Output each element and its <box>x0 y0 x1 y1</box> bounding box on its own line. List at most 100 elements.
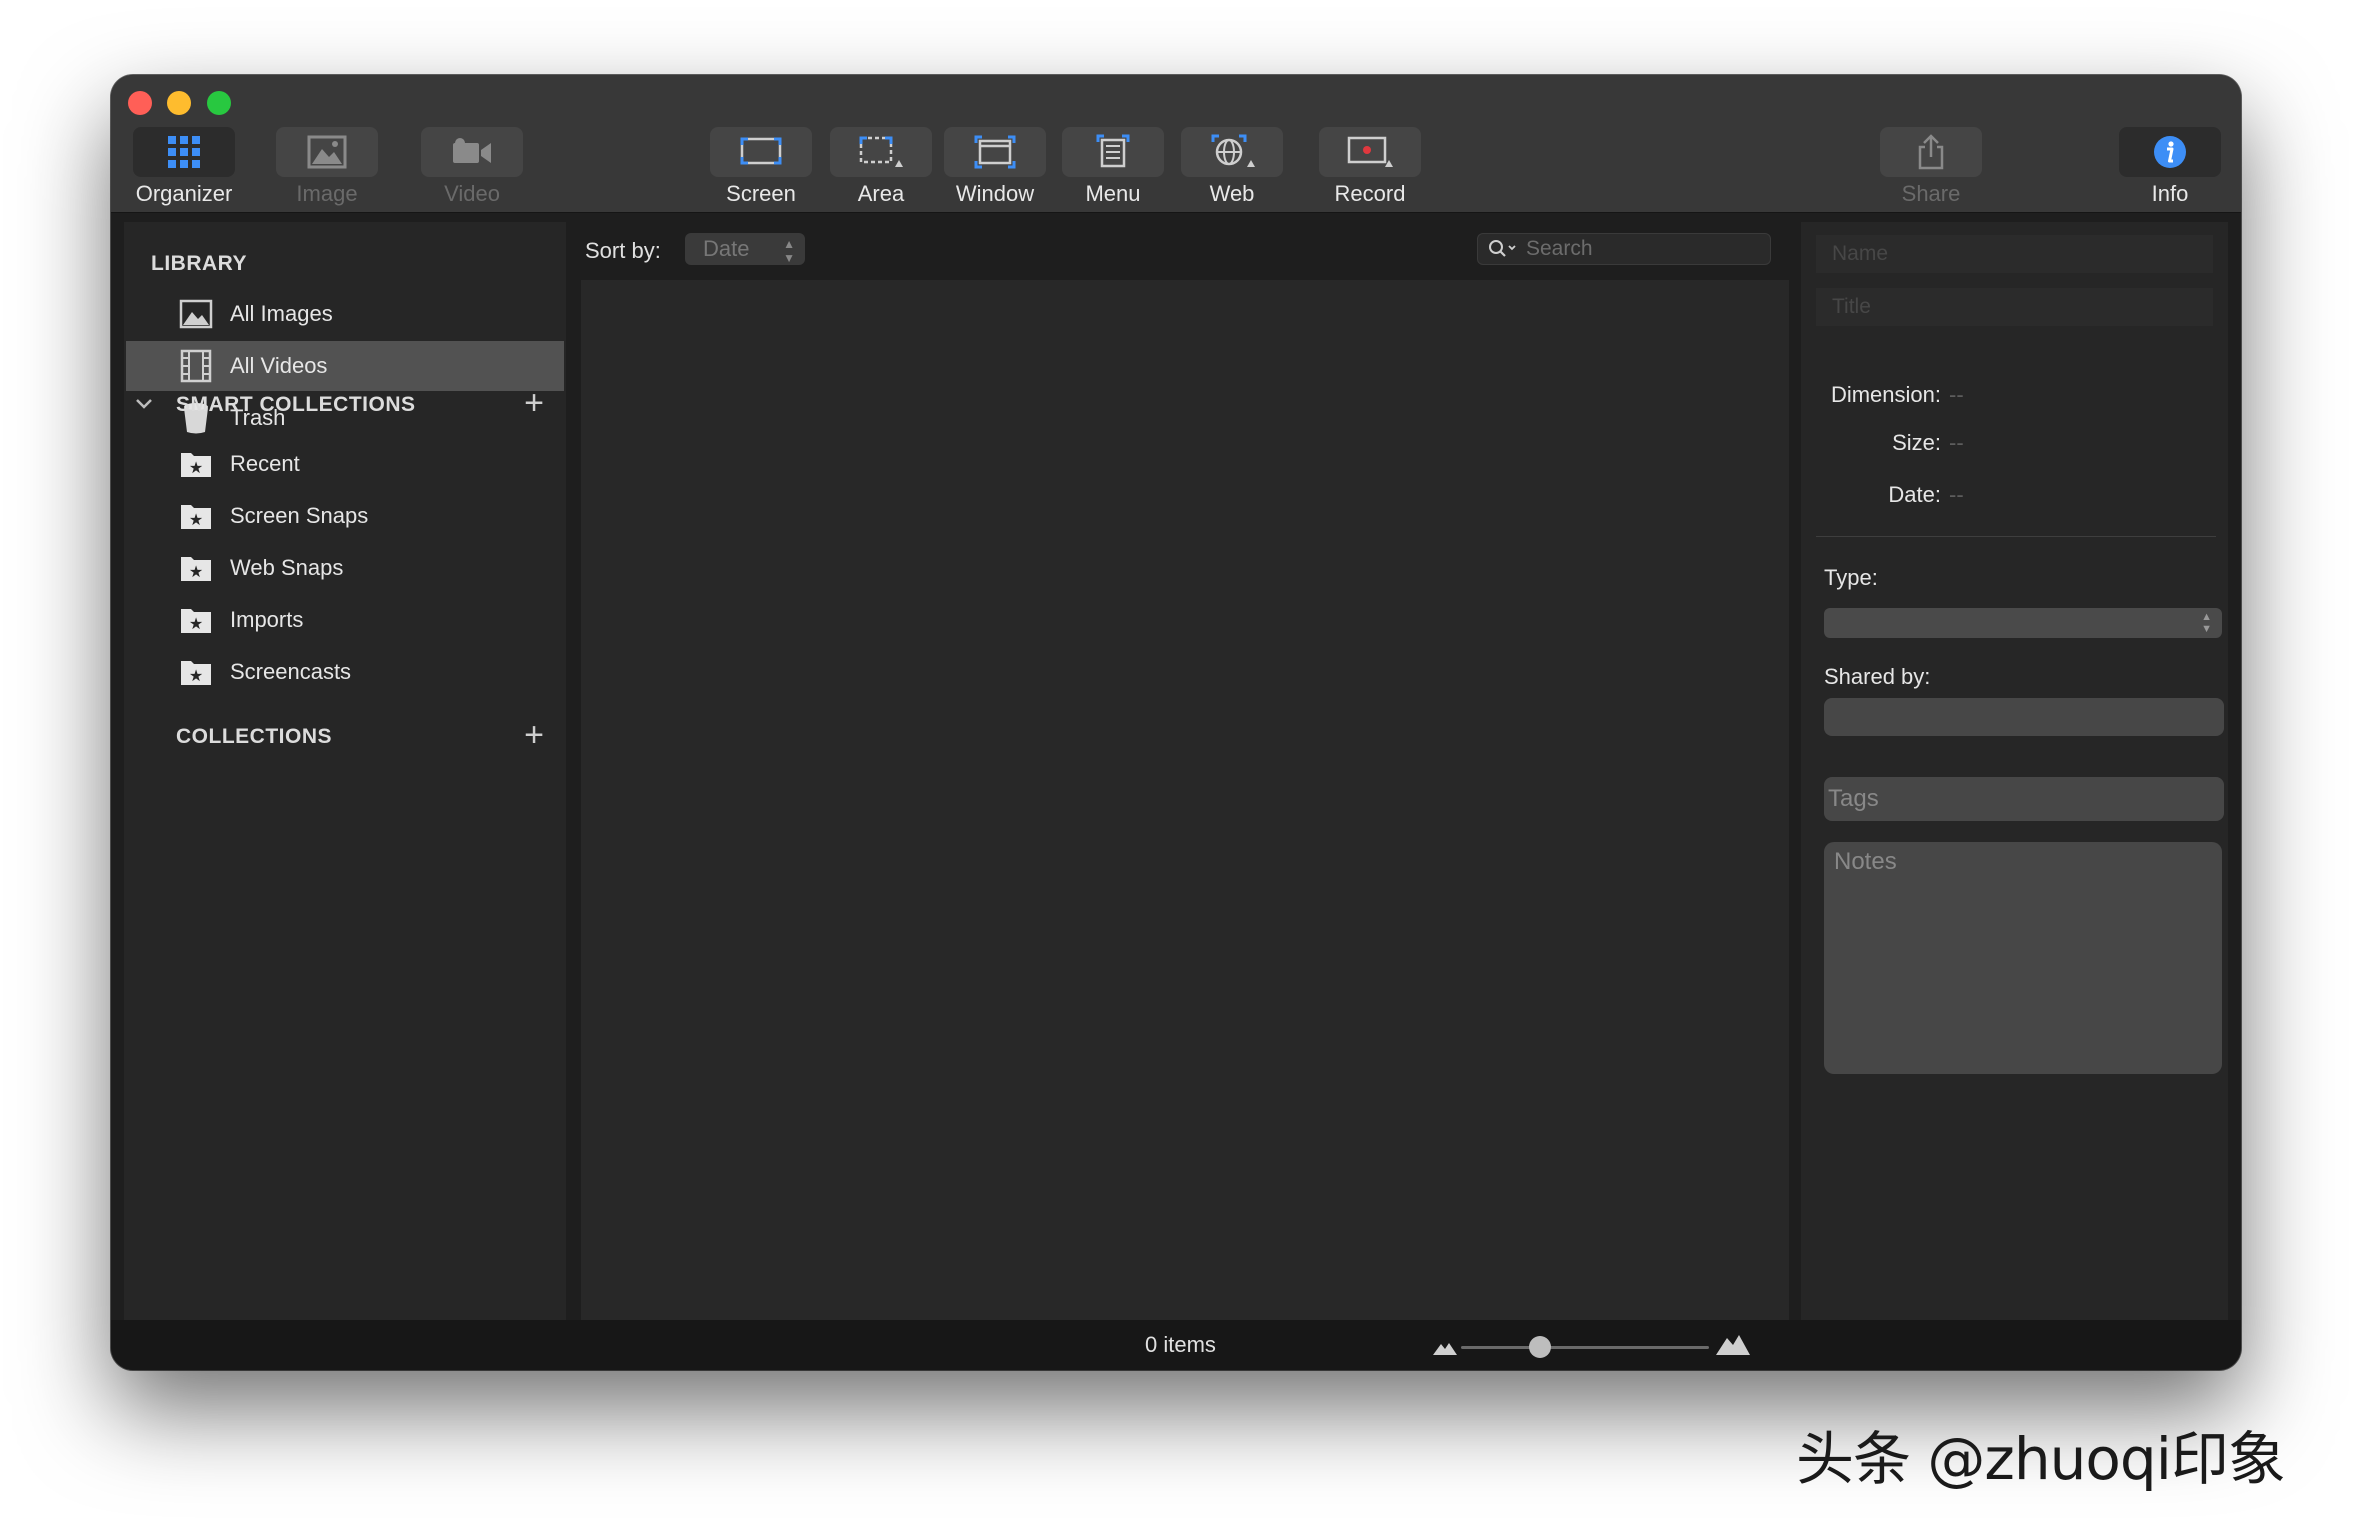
toolbar-window-button[interactable]: Window <box>943 127 1047 209</box>
zoom-slider-track[interactable] <box>1461 1346 1709 1349</box>
sidebar-item-all-videos[interactable]: All Videos <box>126 341 564 391</box>
photo-icon <box>178 296 214 332</box>
browser-area[interactable]: Sort by: Date ▲ ▼ <box>581 222 1789 1320</box>
sort-label: Sort by: <box>585 238 661 263</box>
toolbar-info-label: Info <box>2151 181 2189 206</box>
toolbar-image-label: Image <box>296 181 358 206</box>
library-section-title: LIBRARY <box>151 252 248 275</box>
toolbar-organizer-button[interactable]: Organizer <box>132 127 236 209</box>
inspector-panel: Dimension: -- Size: -- Date: -- Type: ▲▼… <box>1801 222 2228 1320</box>
sort-value: Date <box>703 236 750 261</box>
menu-capture-icon <box>1096 134 1130 168</box>
toolbar-info-button[interactable]: Info <box>2118 127 2222 209</box>
sidebar-item-label: All Images <box>230 301 333 326</box>
toolbar-area-button[interactable]: Area <box>829 127 933 209</box>
info-icon <box>2154 136 2186 168</box>
toolbar-share-label: Share <box>1901 181 1961 206</box>
svg-text:★: ★ <box>189 512 203 529</box>
items-count: 0 items <box>1145 1332 1216 1357</box>
close-window-button[interactable] <box>128 91 152 115</box>
size-label: Size: <box>1892 430 1941 455</box>
toolbar-window-label: Window <box>955 181 1035 206</box>
sidebar: LIBRARY All Images All Videos Trash SMAR… <box>124 222 566 1320</box>
toolbar: Organizer Image Video Screen Area Window… <box>111 75 2241 213</box>
small-thumbnail-icon[interactable] <box>1432 1338 1458 1356</box>
toolbar-area-label: Area <box>857 181 905 206</box>
sidebar-item-screencasts[interactable]: ★ Screencasts <box>126 647 564 697</box>
dimension-value: -- <box>1949 382 1964 407</box>
sidebar-item-label: Screen Snaps <box>230 503 369 528</box>
sidebar-item-imports[interactable]: ★ Imports <box>126 595 564 645</box>
add-collection-button[interactable]: + <box>521 718 547 752</box>
minimize-window-button[interactable] <box>167 91 191 115</box>
name-field[interactable] <box>1816 235 2213 273</box>
web-capture-icon <box>1211 134 1255 167</box>
sidebar-item-web-snaps[interactable]: ★ Web Snaps <box>126 543 564 593</box>
tags-field[interactable] <box>1824 777 2224 821</box>
sidebar-item-label: All Videos <box>230 353 328 378</box>
chevron-down-icon[interactable] <box>134 397 154 411</box>
sidebar-item-screen-snaps[interactable]: ★ Screen Snaps <box>126 491 564 541</box>
zoom-window-button[interactable] <box>207 91 231 115</box>
area-capture-icon <box>859 136 903 167</box>
smart-folder-icon: ★ <box>178 602 214 638</box>
notes-field[interactable] <box>1824 842 2222 1074</box>
up-down-chevron-icon: ▲ ▼ <box>783 237 795 265</box>
svg-text:★: ★ <box>189 460 203 477</box>
sidebar-item-label: Recent <box>230 451 300 476</box>
search-icon <box>1489 240 1516 257</box>
smart-folder-icon: ★ <box>178 446 214 482</box>
toolbar-share-button[interactable]: Share <box>1879 127 1983 209</box>
grid-icon <box>168 136 200 168</box>
size-value: -- <box>1949 430 1964 455</box>
record-icon <box>1347 136 1393 167</box>
zoom-slider-knob[interactable] <box>1529 1336 1552 1358</box>
smart-folder-icon: ★ <box>178 654 214 690</box>
dimension-label: Dimension: <box>1830 382 1941 407</box>
sidebar-item-all-images[interactable]: All Images <box>126 289 564 339</box>
title-field[interactable] <box>1816 288 2213 326</box>
sort-bar: Sort by: Date ▲ ▼ <box>581 222 1789 280</box>
toolbar-screen-button[interactable]: Screen <box>709 127 813 209</box>
toolbar-web-label: Web <box>1209 181 1255 206</box>
film-strip-icon <box>178 348 214 384</box>
smart-folder-icon: ★ <box>178 498 214 534</box>
sidebar-item-label: Screencasts <box>230 659 352 684</box>
svg-text:★: ★ <box>189 564 203 581</box>
toolbar-web-button[interactable]: Web <box>1180 127 1284 209</box>
svg-text:★: ★ <box>189 616 203 633</box>
toolbar-menu-button[interactable]: Menu <box>1061 127 1165 209</box>
collections-title: COLLECTIONS <box>176 725 332 748</box>
toolbar-menu-label: Menu <box>1085 181 1141 206</box>
image-icon <box>307 135 347 169</box>
toolbar-video-label: Video <box>444 181 500 206</box>
watermark: 头条 @zhuoqi印象 <box>1796 1425 2286 1493</box>
sort-select[interactable]: Date ▲ ▼ <box>685 233 805 265</box>
toolbar-organizer-label: Organizer <box>135 181 233 206</box>
sidebar-item-label: Imports <box>230 607 304 632</box>
video-camera-icon <box>453 138 491 163</box>
toolbar-record-label: Record <box>1334 181 1406 206</box>
toolbar-screen-label: Screen <box>726 181 796 206</box>
toolbar-video-button[interactable]: Video <box>420 127 524 209</box>
large-thumbnail-icon[interactable] <box>1715 1330 1751 1356</box>
date-label: Date: <box>1888 482 1941 507</box>
search-field[interactable] <box>1477 233 1771 265</box>
smart-folder-icon: ★ <box>178 550 214 586</box>
toolbar-image-button[interactable]: Image <box>275 127 379 209</box>
smart-collections-title: SMART COLLECTIONS <box>176 393 416 416</box>
search-input[interactable] <box>1526 237 1756 261</box>
screen-capture-icon <box>740 137 782 165</box>
shared-by-field[interactable] <box>1824 698 2224 736</box>
toolbar-record-button[interactable]: Record <box>1318 127 1422 209</box>
type-select[interactable]: ▲ ▼ <box>1824 608 2222 638</box>
app-window: Organizer Image Video Screen Area Window… <box>111 75 2241 1370</box>
date-value: -- <box>1949 482 1964 507</box>
add-smart-collection-button[interactable]: + <box>521 386 547 420</box>
window-capture-icon <box>974 135 1016 169</box>
type-label: Type: <box>1824 565 1878 590</box>
sidebar-item-recent[interactable]: ★ Recent <box>126 439 564 489</box>
up-down-chevron-icon: ▲ ▼ <box>2201 611 2212 635</box>
shared-by-label: Shared by: <box>1824 664 1931 689</box>
sidebar-item-label: Web Snaps <box>230 555 344 580</box>
